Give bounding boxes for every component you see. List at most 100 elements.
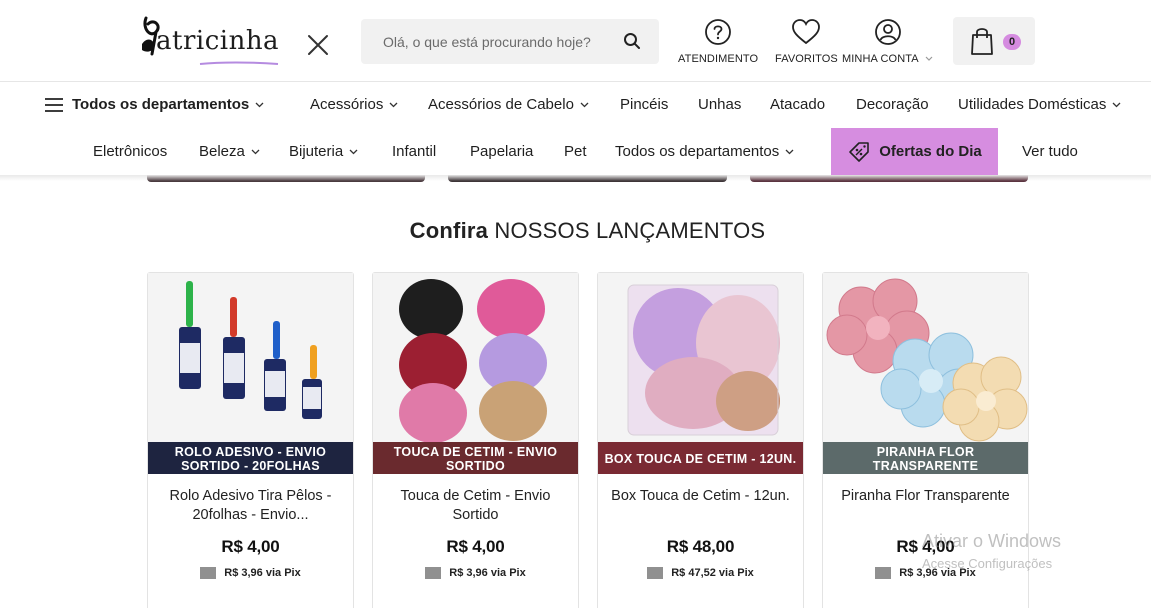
nav-electronics[interactable]: Eletrônicos xyxy=(93,143,167,160)
account-link[interactable]: MINHA CONTA xyxy=(842,18,933,65)
section-title: Confira NOSSOS LANÇAMENTOS xyxy=(0,218,1151,244)
barcode-icon xyxy=(647,567,663,579)
heart-icon xyxy=(792,19,821,45)
nav-all-departments[interactable]: Todos os departamentos xyxy=(45,96,264,113)
nav-shadow xyxy=(0,175,1151,181)
flower-clip-image xyxy=(823,273,1028,443)
nav-label: Decoração xyxy=(856,96,929,113)
product-band: BOX TOUCA DE CETIM - 12UN. xyxy=(598,442,803,474)
nav-label: Utilidades Domésticas xyxy=(958,96,1107,113)
nav-label: Infantil xyxy=(392,143,437,160)
product-image[interactable] xyxy=(148,273,353,443)
nav-wholesale[interactable]: Atacado xyxy=(770,96,825,113)
product-card[interactable]: BOX TOUCA DE CETIM - 12UN. Box Touca de … xyxy=(597,272,804,608)
close-icon[interactable] xyxy=(306,33,330,57)
chevron-down-icon xyxy=(1112,102,1121,107)
chevron-down-icon xyxy=(349,149,358,154)
pix-price-text: R$ 3,96 via Pix xyxy=(224,567,301,579)
daily-offers-label: Ofertas do Dia xyxy=(879,143,982,160)
product-image[interactable] xyxy=(823,273,1028,443)
product-image[interactable] xyxy=(373,273,578,443)
product-name[interactable]: Touca de Cetim - Envio Sortido xyxy=(383,487,568,525)
windows-activation-subtext: Acesse Configurações xyxy=(922,556,1053,571)
barcode-icon xyxy=(200,567,216,579)
product-card[interactable]: ROLO ADESIVO - ENVIO SORTIDO - 20FOLHAS … xyxy=(147,272,354,608)
chevron-down-icon xyxy=(255,102,264,107)
favorites-link[interactable]: FAVORITOS xyxy=(775,18,838,65)
question-circle-icon xyxy=(705,19,731,45)
nav-kids[interactable]: Infantil xyxy=(392,143,436,160)
product-name[interactable]: Piranha Flor Transparente xyxy=(833,487,1018,506)
nav-label: Beleza xyxy=(199,143,245,160)
section-title-bold: Confira xyxy=(409,218,489,243)
user-circle-icon xyxy=(874,19,901,45)
nav-beauty[interactable]: Beleza xyxy=(199,143,260,160)
nav-brushes[interactable]: Pincéis xyxy=(620,96,668,113)
nav-label: Unhas xyxy=(698,96,742,113)
nav-nails[interactable]: Unhas xyxy=(698,96,741,113)
nav-label: Eletrônicos xyxy=(93,143,168,160)
product-card[interactable]: TOUCA DE CETIM - ENVIO SORTIDO Touca de … xyxy=(372,272,579,608)
product-band: TOUCA DE CETIM - ENVIO SORTIDO xyxy=(373,442,578,474)
nav-label: Pincéis xyxy=(620,96,669,113)
logo[interactable]: atricinha xyxy=(140,14,280,70)
search-input[interactable] xyxy=(361,19,621,64)
satin-cap-box-image xyxy=(598,273,803,443)
satin-cap-image xyxy=(373,273,578,443)
pix-price-text: R$ 47,52 via Pix xyxy=(671,567,754,579)
pix-price: R$ 3,96 via Pix xyxy=(148,567,353,579)
barcode-icon xyxy=(425,567,441,579)
chevron-down-icon xyxy=(925,56,933,61)
chevron-down-icon xyxy=(785,149,794,154)
nav-label: Acessórios de Cabelo xyxy=(428,96,574,113)
windows-activation-watermark: Ativar o Windows xyxy=(922,531,1062,551)
product-name[interactable]: Box Touca de Cetim - 12un. xyxy=(608,487,793,506)
nav-stationery[interactable]: Papelaria xyxy=(470,143,533,160)
nav-pet[interactable]: Pet xyxy=(564,143,587,160)
account-label-wrap: MINHA CONTA xyxy=(842,53,933,65)
shopping-bag-icon xyxy=(971,28,993,55)
nav-label: Todos os departamentos xyxy=(72,96,250,113)
pix-price: R$ 47,52 via Pix xyxy=(598,567,803,579)
nav-household[interactable]: Utilidades Domésticas xyxy=(958,96,1121,113)
barcode-icon xyxy=(875,567,891,579)
nav-label: Todos os departamentos xyxy=(615,143,780,160)
logo-text: atricinha xyxy=(156,26,280,56)
nav-label: Atacado xyxy=(770,96,826,113)
site-header: atricinha ATENDIMENTO FAVORITOS M xyxy=(0,0,1151,82)
main-nav: Todos os departamentos Acessórios Acessó… xyxy=(0,83,1151,175)
product-name[interactable]: Rolo Adesivo Tira Pêlos - 20folhas - Env… xyxy=(158,487,343,525)
nav-label: Papelaria xyxy=(470,143,534,160)
support-label: ATENDIMENTO xyxy=(678,53,759,65)
section-title-rest: NOSSOS LANÇAMENTOS xyxy=(494,218,766,243)
pix-price-text: R$ 3,96 via Pix xyxy=(449,567,526,579)
nav-label: Pet xyxy=(564,143,587,160)
product-band: ROLO ADESIVO - ENVIO SORTIDO - 20FOLHAS xyxy=(148,442,353,474)
product-price: R$ 4,00 xyxy=(446,537,505,556)
nav-all-departments-2[interactable]: Todos os departamentos xyxy=(615,143,794,160)
search-icon[interactable] xyxy=(623,32,641,50)
pix-price: R$ 3,96 via Pix xyxy=(373,567,578,579)
lint-roller-image xyxy=(148,273,353,443)
chevron-down-icon xyxy=(251,149,260,154)
cart-button[interactable]: 0 xyxy=(953,17,1035,65)
product-band: PIRANHA FLOR TRANSPARENTE xyxy=(823,442,1028,474)
chevron-down-icon xyxy=(580,102,589,107)
chevron-down-icon xyxy=(389,102,398,107)
nav-label: Acessórios xyxy=(310,96,384,113)
account-label: MINHA CONTA xyxy=(842,53,919,65)
daily-offers-button[interactable]: Ofertas do Dia xyxy=(831,128,998,175)
nav-decoration[interactable]: Decoração xyxy=(856,96,929,113)
nav-see-all[interactable]: Ver tudo xyxy=(1022,143,1078,160)
nav-hair-accessories[interactable]: Acessórios de Cabelo xyxy=(428,96,589,113)
support-link[interactable]: ATENDIMENTO xyxy=(678,18,758,65)
product-price: R$ 4,00 xyxy=(221,537,280,556)
menu-icon xyxy=(45,97,63,112)
discount-tag-icon xyxy=(849,141,870,162)
favorites-label: FAVORITOS xyxy=(775,53,838,65)
nav-jewelry[interactable]: Bijuteria xyxy=(289,143,358,160)
product-image[interactable] xyxy=(598,273,803,443)
nav-accessories[interactable]: Acessórios xyxy=(310,96,398,113)
search-bar xyxy=(361,19,659,64)
product-price: R$ 48,00 xyxy=(666,537,735,556)
